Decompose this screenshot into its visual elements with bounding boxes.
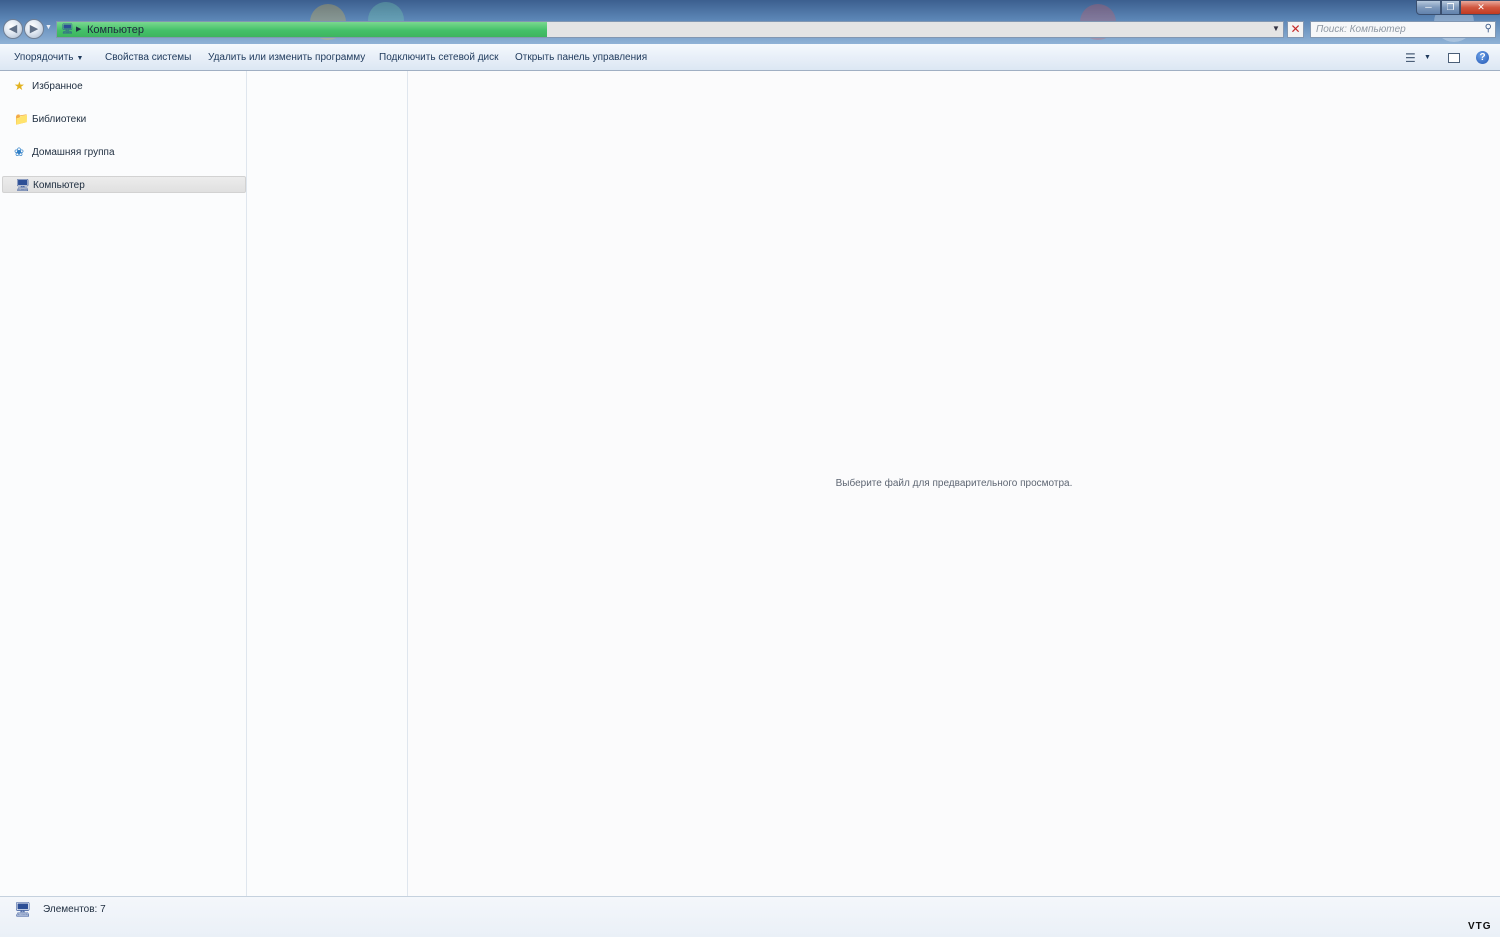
- sidebar-item-computer[interactable]: 🖥 Компьютер: [2, 176, 246, 193]
- stop-loading-button[interactable]: ✕: [1287, 21, 1304, 38]
- item-count: Элементов: 7: [43, 904, 106, 915]
- window-controls: ─ ❐ ✕: [1416, 0, 1500, 15]
- breadcrumb-computer[interactable]: Компьютер: [87, 24, 144, 36]
- forward-arrow-icon: ▶: [29, 23, 39, 35]
- window-titlebar: ◀ ▶ ▼ 🖥 ▶ Компьютер ▼ ✕ ⚲ ─ ❐ ✕: [0, 0, 1500, 44]
- sidebar-item-libraries[interactable]: 📁 Библиотеки: [2, 111, 246, 128]
- view-options-chevron-icon[interactable]: ▼: [1424, 54, 1431, 61]
- details-bar: 🖥 Элементов: 7 VTG: [0, 896, 1500, 937]
- system-properties-button[interactable]: Свойства системы: [105, 52, 191, 63]
- back-button[interactable]: ◀: [3, 19, 23, 39]
- minimize-button[interactable]: ─: [1416, 0, 1441, 15]
- forward-button[interactable]: ▶: [24, 19, 44, 39]
- computer-icon: 🖥: [61, 24, 74, 35]
- file-list[interactable]: [247, 71, 408, 896]
- map-network-drive-button[interactable]: Подключить сетевой диск: [379, 52, 499, 63]
- organize-button[interactable]: Упорядочить ▼: [14, 52, 83, 63]
- minimize-icon: ─: [1425, 2, 1432, 12]
- sidebar-item-label: Домашняя группа: [32, 147, 115, 158]
- sidebar-item-label: Библиотеки: [32, 114, 87, 125]
- history-dropdown-icon[interactable]: ▼: [45, 24, 52, 31]
- search-icon[interactable]: ⚲: [1485, 23, 1492, 34]
- sidebar-item-label: Компьютер: [33, 180, 85, 191]
- computer-icon: 🖥: [14, 901, 32, 917]
- search-input[interactable]: [1316, 22, 1476, 37]
- preview-pane-toggle-icon[interactable]: [1448, 53, 1460, 63]
- address-dropdown-icon[interactable]: ▼: [1272, 24, 1280, 33]
- close-icon: ✕: [1477, 2, 1485, 12]
- breadcrumb-chevron-icon[interactable]: ▶: [76, 25, 81, 33]
- watermark-logo: VTG: [1468, 921, 1492, 932]
- library-icon: 📁: [14, 112, 29, 126]
- change-view-icon[interactable]: ☰: [1405, 51, 1416, 65]
- back-arrow-icon: ◀: [8, 23, 18, 35]
- preview-pane: Выберите файл для предварительного просм…: [408, 71, 1500, 896]
- command-bar: Упорядочить ▼ Свойства системы Удалить ил…: [0, 44, 1500, 71]
- sidebar-item-label: Избранное: [32, 81, 83, 92]
- computer-icon: 🖥: [15, 178, 31, 192]
- uninstall-program-button[interactable]: Удалить или изменить программу: [208, 52, 365, 63]
- open-control-panel-button[interactable]: Открыть панель управления: [515, 52, 647, 63]
- star-icon: ★: [14, 79, 25, 93]
- search-box[interactable]: ⚲: [1310, 21, 1496, 38]
- restore-button[interactable]: ❐: [1441, 0, 1460, 15]
- chevron-down-icon: ▼: [76, 55, 84, 62]
- sidebar-item-favorites[interactable]: ★ Избранное: [2, 78, 246, 95]
- preview-placeholder-text: Выберите файл для предварительного просм…: [835, 478, 1073, 489]
- sidebar-item-homegroup[interactable]: ❀ Домашняя группа: [2, 144, 246, 161]
- organize-label: Упорядочить: [14, 52, 74, 63]
- navigation-pane: ★ Избранное 📁 Библиотеки ❀ Домашняя груп…: [0, 71, 247, 896]
- address-bar[interactable]: 🖥 ▶ Компьютер: [56, 21, 1284, 38]
- help-icon[interactable]: ?: [1476, 51, 1489, 64]
- close-window-button[interactable]: ✕: [1460, 0, 1500, 15]
- restore-icon: ❐: [1446, 2, 1455, 12]
- close-icon: ✕: [1290, 22, 1301, 36]
- homegroup-icon: ❀: [14, 145, 25, 159]
